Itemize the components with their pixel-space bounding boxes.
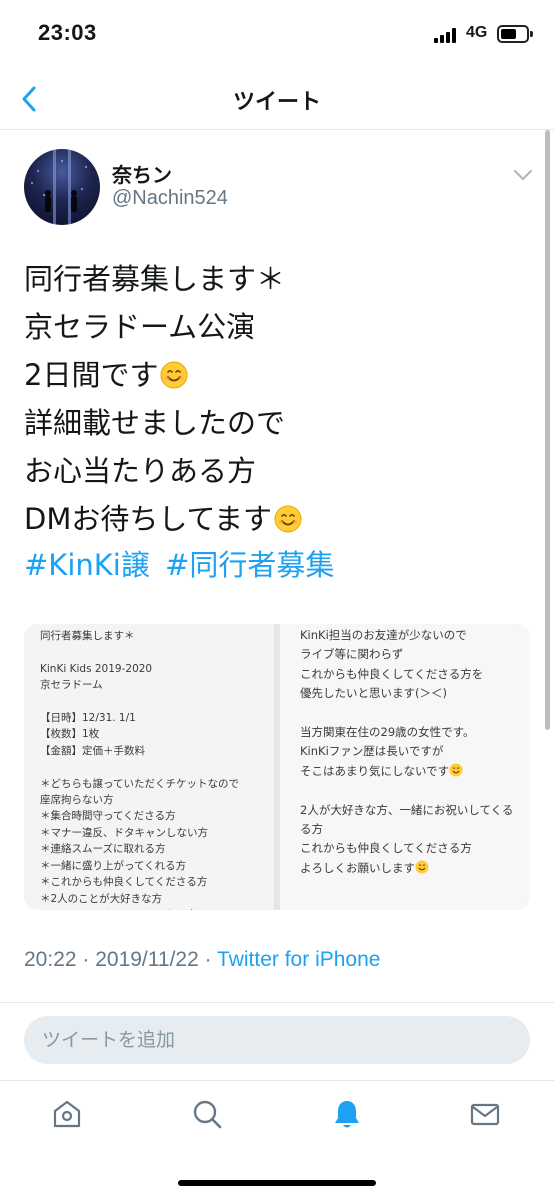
tweet-text-line: お心当たりある方 xyxy=(24,454,257,488)
hashtag-link[interactable]: #KinKi譲 xyxy=(24,548,150,582)
page-title: ツイート xyxy=(232,90,321,115)
source-link[interactable]: Twitter for iPhone xyxy=(217,948,380,971)
tweet-text-line: 詳細載せましたので xyxy=(24,406,286,440)
smiling-face-emoji-icon xyxy=(449,763,463,777)
media-image-text: KinKi担当のお友達が少ないので ライブ等に関わらず これからも仲良くしてくだ… xyxy=(300,628,514,875)
mail-icon xyxy=(470,1103,500,1126)
avatar[interactable] xyxy=(24,149,100,225)
tweet-text-line: DMお待ちしてます xyxy=(24,495,524,543)
media-image-text: 同行者募集します＊ KinKi Kids 2019-2020 京セラドーム 【日… xyxy=(40,630,239,910)
chevron-down-icon xyxy=(514,170,532,180)
tab-search[interactable] xyxy=(190,1097,224,1131)
hashtag-row: #KinKi譲 #同行者募集 xyxy=(24,541,340,589)
hashtag-link[interactable]: #同行者募集 xyxy=(165,548,334,582)
home-icon xyxy=(53,1100,81,1128)
network-type: 4G xyxy=(466,24,488,41)
tweet-options-button[interactable] xyxy=(512,167,534,181)
search-icon xyxy=(193,1100,222,1129)
tweet-text: 同行者募集します＊ 京セラドーム公演 2日間です 詳細載せましたので お心当たり… xyxy=(24,255,524,543)
signal-strength-icon xyxy=(434,27,460,43)
nav-bar: ツイート xyxy=(0,70,554,130)
scrollbar[interactable] xyxy=(545,130,550,730)
divider xyxy=(0,1002,554,1003)
smiling-face-emoji-icon xyxy=(160,361,188,389)
tab-messages[interactable] xyxy=(468,1097,502,1131)
timestamp-text: 20:22 · 2019/11/22 · xyxy=(24,948,218,971)
battery-icon xyxy=(497,25,533,43)
tab-notifications[interactable] xyxy=(330,1097,364,1131)
user-handle[interactable]: @Nachin524 xyxy=(112,187,228,210)
tab-home[interactable] xyxy=(50,1097,84,1131)
media-image-left[interactable]: 同行者募集します＊ KinKi Kids 2019-2020 京セラドーム 【日… xyxy=(24,624,274,910)
status-bar: 23:03 4G xyxy=(0,0,554,70)
tweet-text-line: 同行者募集します＊ xyxy=(24,262,286,296)
user-display-name[interactable]: 奈ちン xyxy=(112,159,172,188)
tweet-text-line: 2日間です xyxy=(24,351,524,399)
smiling-face-emoji-icon xyxy=(274,505,302,533)
tweet-timestamp: 20:22 · 2019/11/22 · Twitter for iPhone xyxy=(24,948,380,972)
home-indicator[interactable] xyxy=(178,1180,376,1186)
media-gallery: 同行者募集します＊ KinKi Kids 2019-2020 京セラドーム 【日… xyxy=(24,624,530,910)
reply-input[interactable] xyxy=(24,1016,530,1064)
tweet-text-line: 京セラドーム公演 xyxy=(24,310,256,344)
status-time: 23:03 xyxy=(38,20,97,45)
media-image-right[interactable]: KinKi担当のお友達が少ないので ライブ等に関わらず これからも仲良くしてくだ… xyxy=(280,624,530,910)
smiling-face-emoji-icon xyxy=(415,860,429,874)
bell-icon xyxy=(335,1101,359,1128)
